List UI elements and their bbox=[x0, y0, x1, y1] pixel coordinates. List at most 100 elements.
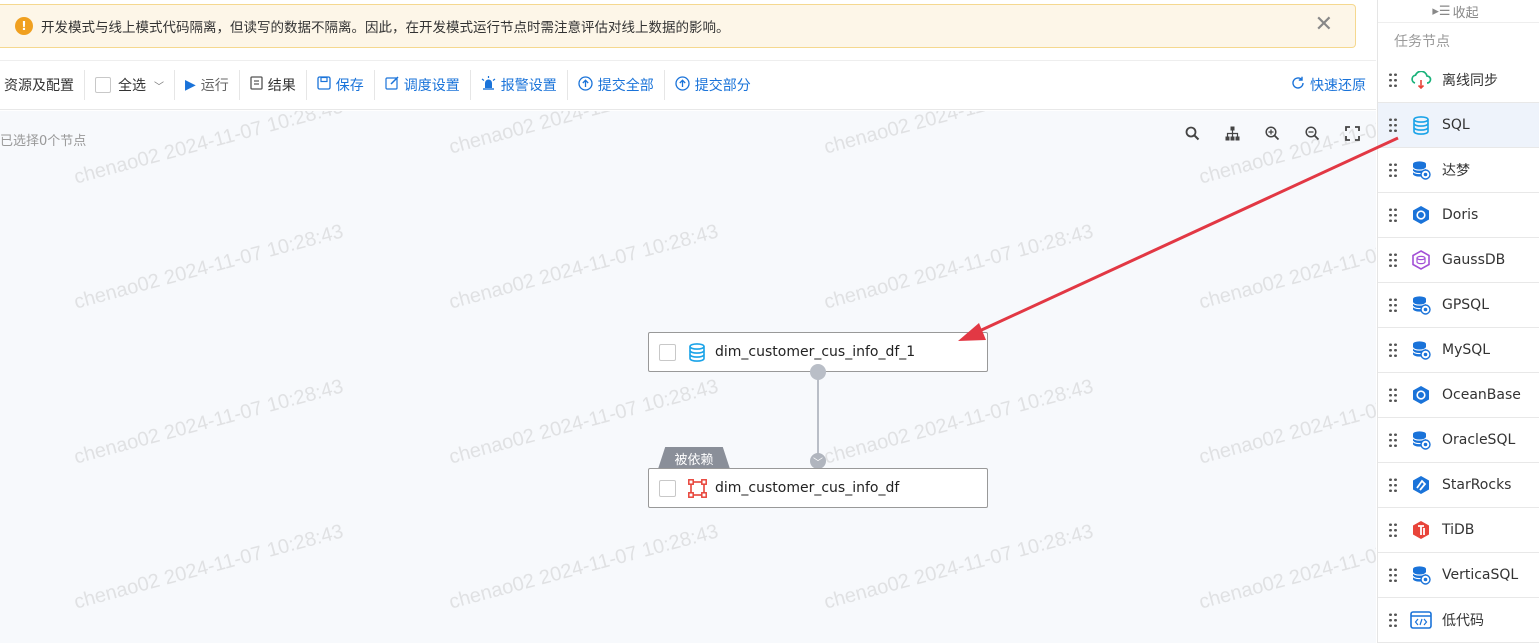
watermark: chenao02 2024-11-07 10:28:43 bbox=[71, 220, 346, 314]
node-checkbox[interactable] bbox=[659, 479, 676, 497]
dag-canvas[interactable]: chenao02 2024-11-07 10:28:43 chenao02 20… bbox=[0, 111, 1376, 643]
drag-handle-icon[interactable] bbox=[1388, 117, 1398, 133]
task-node-label: OceanBase bbox=[1442, 387, 1521, 403]
drag-handle-icon[interactable] bbox=[1388, 477, 1398, 493]
task-node-item[interactable]: 离线同步 bbox=[1378, 58, 1539, 103]
task-node-item[interactable]: TiDB bbox=[1378, 508, 1539, 553]
node-label: dim_customer_cus_info_df bbox=[715, 480, 900, 496]
results-label: 结果 bbox=[267, 78, 296, 94]
zoom-out-icon[interactable] bbox=[1302, 123, 1322, 143]
node-checkbox[interactable] bbox=[659, 343, 676, 361]
watermark: chenao02 2024-11-07 10:28:43 bbox=[71, 520, 346, 614]
fullscreen-icon[interactable] bbox=[1342, 123, 1362, 143]
quick-restore-label: 快速还原 bbox=[1310, 78, 1366, 94]
dependency-edge bbox=[817, 373, 819, 455]
task-node-label: VerticaSQL bbox=[1442, 567, 1519, 583]
task-node-label: TiDB bbox=[1442, 522, 1475, 538]
warning-message: 开发模式与线上模式代码隔离，但读写的数据不隔离。因此，在开发模式运行节点时需注意… bbox=[41, 20, 730, 36]
starrocks-icon bbox=[1410, 474, 1432, 496]
watermark: chenao02 2024-11-07 10:28:43 bbox=[821, 220, 1096, 314]
dependency-tag: 被依赖 bbox=[658, 447, 730, 469]
editor-toolbar: 资源及配置 全选 ﹀ ▶ 运行 结果 保存 调度设置 报警设置 提交全部 提交部… bbox=[0, 60, 1376, 110]
quick-restore-button[interactable]: 快速还原 bbox=[1281, 61, 1376, 109]
gaussdb-icon bbox=[1410, 249, 1432, 271]
watermark: chenao02 2024-11-07 10:28:43 bbox=[71, 375, 346, 469]
drag-handle-icon[interactable] bbox=[1388, 207, 1398, 223]
select-all-box[interactable] bbox=[95, 77, 111, 93]
dag-node-table[interactable]: dim_customer_cus_info_df bbox=[648, 468, 988, 508]
run-label: 运行 bbox=[200, 78, 229, 94]
task-node-label: SQL bbox=[1442, 117, 1470, 133]
task-node-label: MySQL bbox=[1442, 342, 1491, 358]
watermark: chenao02 2024-11-07 10:28:43 bbox=[1196, 220, 1376, 314]
panel-title: 任务节点 bbox=[1378, 22, 1539, 58]
upload-circle-icon bbox=[675, 75, 690, 95]
task-node-label: 达梦 bbox=[1442, 163, 1470, 179]
play-icon: ▶ bbox=[185, 77, 196, 93]
task-node-item[interactable]: GaussDB bbox=[1378, 238, 1539, 283]
drag-handle-icon[interactable] bbox=[1388, 342, 1398, 358]
task-node-item[interactable]: OracleSQL bbox=[1378, 418, 1539, 463]
drag-handle-icon[interactable] bbox=[1388, 612, 1398, 628]
task-node-item[interactable]: MySQL bbox=[1378, 328, 1539, 373]
drag-handle-icon[interactable] bbox=[1388, 432, 1398, 448]
drag-handle-icon[interactable] bbox=[1388, 297, 1398, 313]
drag-handle-icon[interactable] bbox=[1388, 162, 1398, 178]
drag-handle-icon[interactable] bbox=[1388, 252, 1398, 268]
zoom-in-icon[interactable] bbox=[1262, 123, 1282, 143]
task-node-item[interactable]: 低代码 bbox=[1378, 598, 1539, 643]
task-node-label: OracleSQL bbox=[1442, 432, 1516, 448]
run-button[interactable]: ▶ 运行 bbox=[175, 61, 239, 109]
drag-handle-icon[interactable] bbox=[1388, 567, 1398, 583]
save-label: 保存 bbox=[335, 78, 364, 94]
results-button[interactable]: 结果 bbox=[240, 61, 306, 109]
task-node-label: GPSQL bbox=[1442, 297, 1489, 313]
task-node-label: 低代码 bbox=[1442, 613, 1484, 629]
task-node-label: 离线同步 bbox=[1442, 73, 1498, 89]
collapse-label: 收起 bbox=[1452, 5, 1479, 21]
warning-icon: ! bbox=[15, 17, 33, 35]
node-label: dim_customer_cus_info_df_1 bbox=[715, 344, 916, 360]
watermark: chenao02 2024-11-07 10:28:43 bbox=[71, 111, 346, 189]
task-node-item[interactable]: SQL bbox=[1378, 103, 1539, 148]
collapse-button[interactable]: ▸☰ 收起 bbox=[1372, 0, 1539, 22]
watermark: chenao02 2024-11-07 10:28:43 bbox=[821, 375, 1096, 469]
oceanbase-icon bbox=[1410, 384, 1432, 406]
chevron-down-icon[interactable]: ﹀ bbox=[154, 78, 164, 93]
chevron-down-icon[interactable]: ﹀ bbox=[810, 453, 826, 469]
collapse-icon: ▸☰ bbox=[1432, 3, 1451, 19]
close-icon[interactable]: ✕ bbox=[1315, 14, 1333, 36]
task-node-item[interactable]: OceanBase bbox=[1378, 373, 1539, 418]
task-node-item[interactable]: Doris bbox=[1378, 193, 1539, 238]
watermark: chenao02 2024-11-07 10:28:43 bbox=[446, 520, 721, 614]
task-node-item[interactable]: VerticaSQL bbox=[1378, 553, 1539, 598]
task-node-list: 离线同步 SQL 达梦 Doris GaussDB GPSQL MySQL OceanBase… bbox=[1378, 58, 1539, 643]
schedule-settings-label: 调度设置 bbox=[403, 78, 460, 94]
submit-all-button[interactable]: 提交全部 bbox=[568, 61, 664, 109]
save-icon bbox=[317, 76, 331, 94]
canvas-toolbar bbox=[1182, 123, 1362, 143]
select-all-checkbox[interactable]: 全选 ﹀ bbox=[85, 61, 174, 109]
drag-handle-icon[interactable] bbox=[1388, 387, 1398, 403]
document-icon bbox=[250, 76, 263, 94]
oracle-db-icon bbox=[1410, 429, 1432, 451]
dameng-db-icon bbox=[1410, 159, 1432, 181]
watermark: chenao02 2024-11-07 10:28:43 bbox=[821, 111, 1096, 159]
watermark: chenao02 2024-11-07 10:28:43 bbox=[821, 520, 1096, 614]
vertica-db-icon bbox=[1410, 564, 1432, 586]
submit-part-button[interactable]: 提交部分 bbox=[665, 61, 761, 109]
low-code-icon bbox=[1410, 609, 1432, 631]
watermark: chenao02 2024-11-07 10:28:43 bbox=[446, 111, 721, 159]
task-node-item[interactable]: StarRocks bbox=[1378, 463, 1539, 508]
tree-layout-icon[interactable] bbox=[1222, 123, 1242, 143]
task-node-item[interactable]: GPSQL bbox=[1378, 283, 1539, 328]
resources-config-button[interactable]: 资源及配置 bbox=[0, 61, 84, 109]
task-node-item[interactable]: 达梦 bbox=[1378, 148, 1539, 193]
alarm-settings-button[interactable]: 报警设置 bbox=[471, 61, 567, 109]
search-icon[interactable] bbox=[1182, 123, 1202, 143]
drag-handle-icon[interactable] bbox=[1388, 522, 1398, 538]
drag-handle-icon[interactable] bbox=[1388, 72, 1398, 88]
gpsql-db-icon bbox=[1410, 294, 1432, 316]
save-button[interactable]: 保存 bbox=[307, 61, 374, 109]
schedule-settings-button[interactable]: 调度设置 bbox=[375, 61, 470, 109]
